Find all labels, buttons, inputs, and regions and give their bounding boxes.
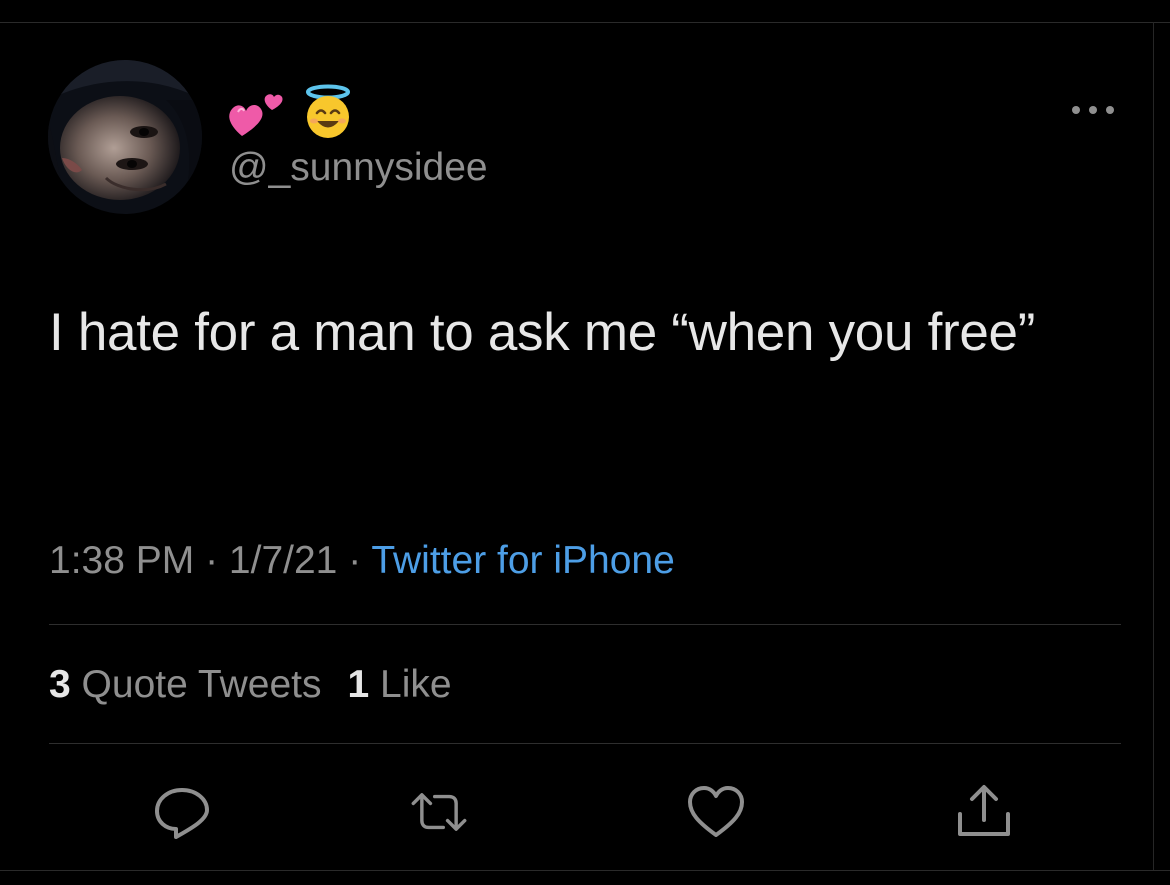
quote-tweets-stat[interactable]: 3 Quote Tweets <box>49 663 321 706</box>
reply-button[interactable] <box>152 782 212 842</box>
tweet-metadata: 1:38 PM · 1/7/21 · Twitter for iPhone <box>49 536 675 586</box>
meta-separator: · <box>337 539 372 582</box>
likes-stat[interactable]: 1 Like <box>347 663 451 706</box>
smiling-face-with-halo-icon <box>306 84 350 138</box>
display-name[interactable] <box>228 84 356 140</box>
reply-icon <box>155 788 209 839</box>
quote-tweets-count: 3 <box>49 663 71 706</box>
tweet-text: I hate for a man to ask me “when you fre… <box>49 303 1036 362</box>
heart-icon <box>688 786 744 837</box>
likes-count: 1 <box>347 663 370 706</box>
share-icon <box>958 785 1010 836</box>
meta-separator: · <box>194 539 229 582</box>
tweet-date: 1/7/21 <box>228 539 338 582</box>
user-handle[interactable]: @_sunnysidee <box>229 144 488 192</box>
scrollbar-track <box>1153 22 1154 870</box>
top-divider <box>0 22 1170 23</box>
more-options-button[interactable] <box>1068 96 1118 124</box>
two-hearts-icon <box>229 94 283 136</box>
tweet-time: 1:38 PM <box>49 539 195 582</box>
like-button[interactable] <box>686 782 746 842</box>
retweet-icon <box>411 793 467 831</box>
more-dot-icon <box>1072 106 1080 114</box>
bottom-divider <box>0 870 1170 871</box>
engagement-stats: 3 Quote Tweets 1 Like <box>49 660 452 710</box>
more-dot-icon <box>1106 106 1114 114</box>
share-button[interactable] <box>954 782 1014 842</box>
stats-top-divider <box>49 624 1121 625</box>
avatar[interactable] <box>48 60 202 214</box>
quote-tweets-label: Quote Tweets <box>81 663 322 706</box>
likes-label: Like <box>380 663 452 706</box>
more-dot-icon <box>1089 106 1097 114</box>
stats-bottom-divider <box>49 743 1121 744</box>
retweet-button[interactable] <box>409 782 469 842</box>
tweet-source-link[interactable]: Twitter for iPhone <box>371 539 674 582</box>
